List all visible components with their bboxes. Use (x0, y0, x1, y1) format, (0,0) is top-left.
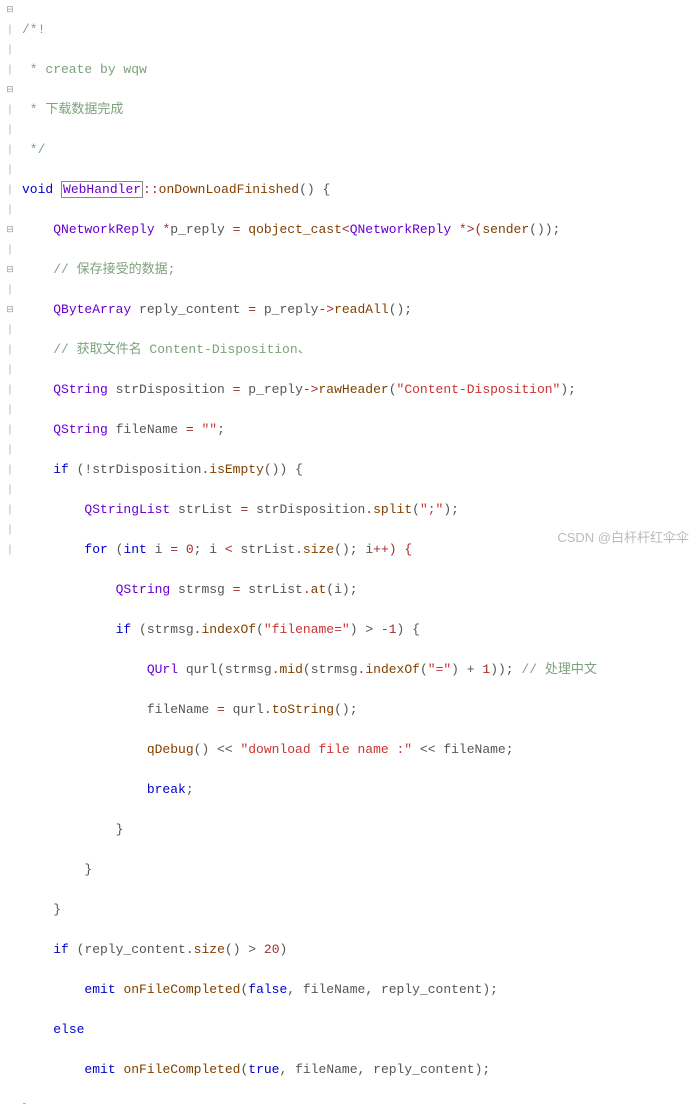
fold-marker[interactable]: ⊟ (0, 0, 20, 20)
comment-save-data: // 保存接受的数据; (53, 262, 175, 277)
comment-block-end: */ (22, 142, 45, 157)
code-editor: ⊟ │ │ │ ⊟ │ │ │ │ │ │ ⊟ │ ⊟ │ ⊟ │ │ │ │ … (0, 0, 699, 1104)
watermark: CSDN @白杆杆红伞伞 (557, 527, 689, 546)
fold-marker[interactable]: ⊟ (0, 80, 20, 100)
fold-gutter: ⊟ │ │ │ ⊟ │ │ │ │ │ │ ⊟ │ ⊟ │ ⊟ │ │ │ │ … (0, 0, 20, 1104)
fold-marker[interactable]: ⊟ (0, 260, 20, 280)
fold-marker[interactable]: ⊟ (0, 300, 20, 320)
code-content[interactable]: /*! * create by wqw * 下载数据完成 */ void Web… (20, 0, 699, 1104)
method-name: onDownLoadFinished (159, 182, 299, 197)
comment-filename: // 获取文件名 Content-Disposition、 (53, 342, 310, 357)
comment-author: * create by wqw (22, 62, 147, 77)
comment-block-start: /*! (22, 22, 45, 37)
fold-marker[interactable]: ⊟ (0, 220, 20, 240)
keyword-void: void (22, 182, 53, 197)
comment-desc: * 下载数据完成 (22, 102, 123, 117)
comment-chinese: // 处理中文 (521, 662, 596, 677)
class-name: WebHandler (61, 181, 143, 198)
